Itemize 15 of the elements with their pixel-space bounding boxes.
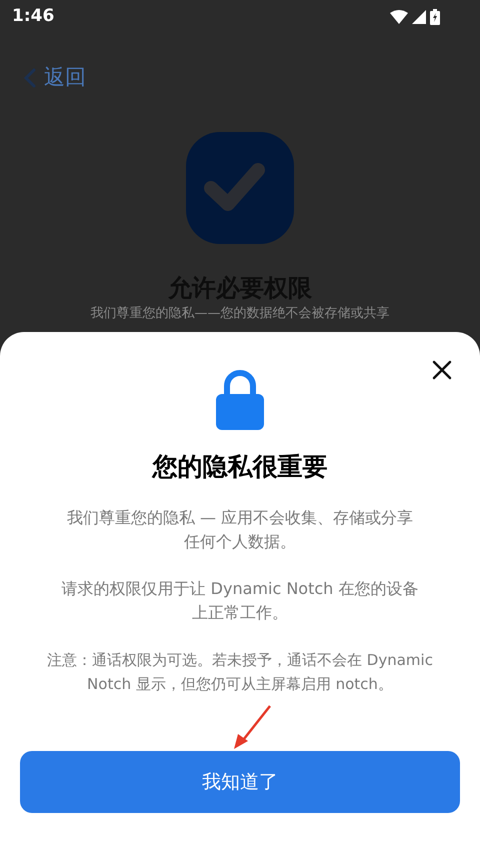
sheet-title: 您的隐私很重要 [152,451,328,483]
got-it-button[interactable]: 我知道了 [20,751,460,813]
wifi-icon [390,10,408,24]
note-text: 注意：通话权限为可选。若未授予，通话不会在 Dynamic Notch 显示，但您仍可从主屏幕启用 notch。 [46,650,434,694]
battery-icon [430,9,440,25]
back-link[interactable]: 返回 [44,62,86,94]
background-subtitle: 我们尊重您的隐私——您的数据绝不会被存储或共享 [90,306,390,322]
annotation-arrow [232,704,272,750]
close-icon[interactable] [432,360,452,380]
body-text: 请求的权限仅用于让 Dynamic Notch 在您的设备上正常工作。 [60,578,420,624]
checkmark-app-icon [186,132,294,244]
status-time: 1:46 [12,5,54,28]
signal-icon [412,10,426,24]
lock-icon [216,370,264,430]
body-text: 我们尊重您的隐私 — 应用不会收集、存储或分享任何个人数据。 [66,506,414,552]
